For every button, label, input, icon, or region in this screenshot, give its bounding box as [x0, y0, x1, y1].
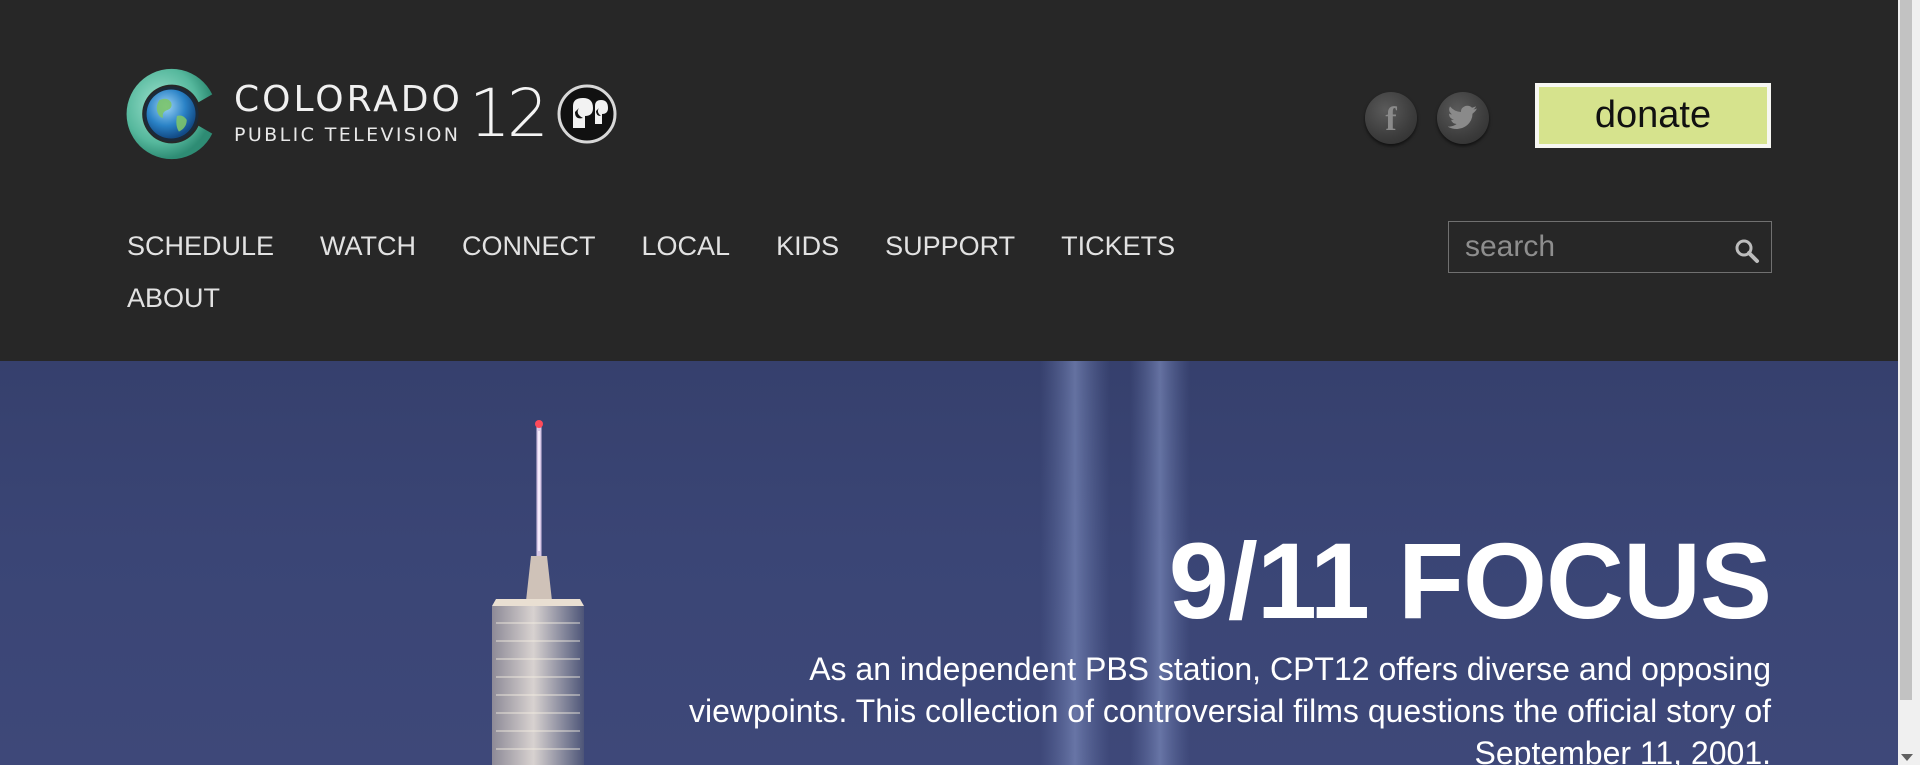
nav-item-local[interactable]: LOCAL	[642, 231, 731, 262]
nav-item-kids[interactable]: KIDS	[776, 231, 839, 262]
page-scrollbar[interactable]	[1898, 0, 1920, 765]
nav-row: SCHEDULE WATCH CONNECT LOCAL KIDS SUPPOR…	[127, 226, 1237, 266]
nav-row: ABOUT	[127, 278, 1237, 318]
logo-channel-number: 12	[468, 75, 549, 152]
logo-subtitle: PUBLIC TELEVISION	[234, 124, 461, 146]
nav-item-watch[interactable]: WATCH	[320, 231, 416, 262]
facebook-button[interactable]: f	[1365, 92, 1417, 144]
hero-title: 9/11 FOCUS	[1168, 520, 1772, 642]
globe-logo-icon	[126, 68, 213, 160]
nav-item-support[interactable]: SUPPORT	[885, 231, 1015, 262]
nav-item-schedule[interactable]: SCHEDULE	[127, 231, 274, 262]
nav-item-tickets[interactable]: TICKETS	[1061, 231, 1175, 262]
twitter-icon	[1448, 105, 1477, 129]
twitter-button[interactable]	[1437, 92, 1489, 144]
nav-item-connect[interactable]: CONNECT	[462, 231, 596, 262]
facebook-icon: f	[1385, 101, 1397, 138]
hero-description: As an independent PBS station, CPT12 off…	[689, 651, 1771, 765]
logo-name: COLORADO	[234, 79, 463, 120]
main-nav: SCHEDULE WATCH CONNECT LOCAL KIDS SUPPOR…	[127, 226, 1237, 318]
site-header: COLORADO PUBLIC TELEVISION 12 f donate S…	[0, 0, 1898, 361]
pbs-head-icon	[557, 84, 617, 144]
scrollbar-thumb[interactable]	[1900, 0, 1912, 700]
magnifier-icon[interactable]	[1733, 236, 1761, 264]
hero-banner[interactable]: 9/11 FOCUS As an independent PBS station…	[0, 361, 1898, 765]
donate-button[interactable]: donate	[1535, 83, 1771, 148]
scroll-down-arrow-icon[interactable]	[1901, 754, 1913, 761]
search-box	[1448, 221, 1772, 273]
search-input[interactable]	[1449, 222, 1719, 272]
cpt12-logo[interactable]: COLORADO PUBLIC TELEVISION 12	[126, 63, 617, 165]
logo-wordmark: COLORADO PUBLIC TELEVISION	[234, 80, 463, 148]
nav-item-about[interactable]: ABOUT	[127, 283, 220, 314]
